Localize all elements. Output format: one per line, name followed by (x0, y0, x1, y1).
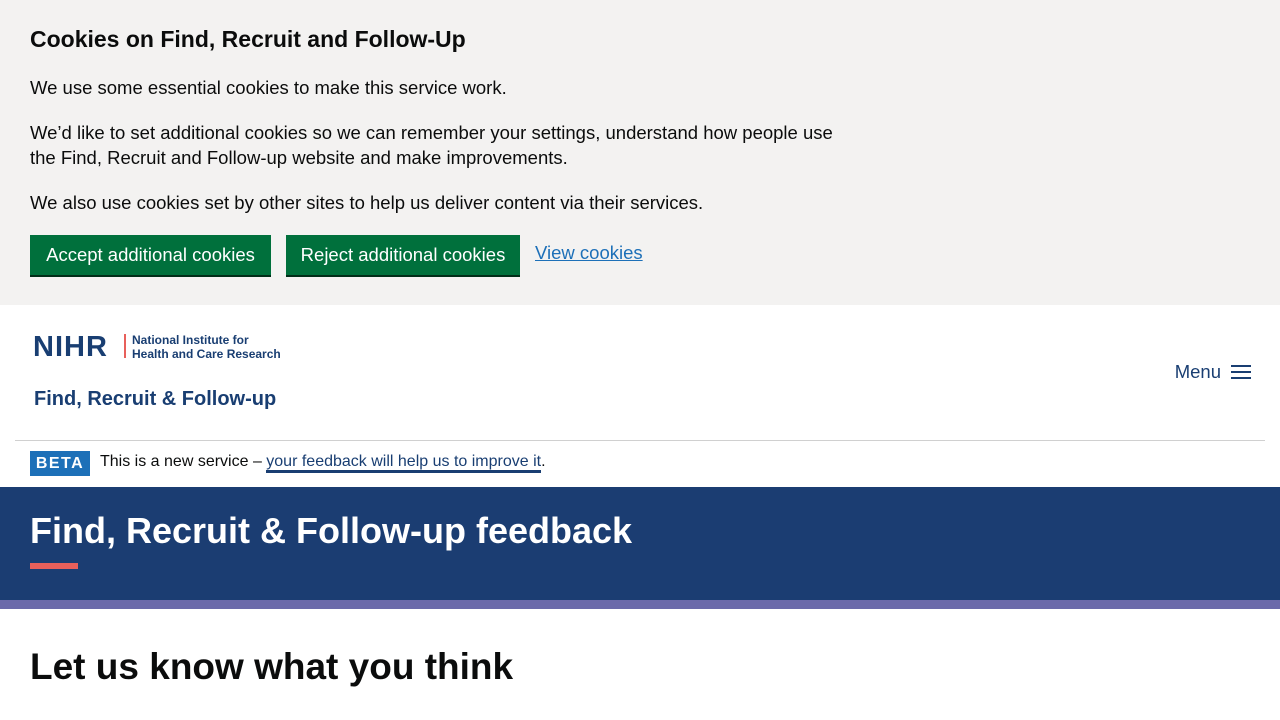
cookie-paragraph-third-party: We also use cookies set by other sites t… (30, 192, 704, 213)
main-heading: Let us know what you think (30, 646, 514, 687)
accept-cookies-button[interactable]: Accept additional cookies (30, 235, 271, 275)
menu-button[interactable]: Menu (1175, 361, 1251, 383)
title-accent-bar (30, 563, 78, 569)
view-cookies-link[interactable]: View cookies (535, 242, 643, 264)
beta-banner: BETA This is a new service – your feedba… (0, 441, 1280, 487)
hero-band (0, 600, 1280, 609)
cookie-paragraph-additional: We’d like to set additional cookies so w… (30, 122, 833, 168)
beta-text-before: This is a new service – (100, 453, 267, 470)
feedback-link[interactable]: your feedback will help us to improve it (266, 453, 542, 473)
beta-text-after: . (541, 453, 546, 470)
logo-org-line-1: National Institute for (132, 333, 249, 347)
logo-org-short: NIHR (33, 332, 108, 363)
cookie-paragraph-essential: We use some essential cookies to make th… (30, 77, 507, 98)
logo-org-line-2: Health and Care Research (132, 347, 281, 361)
menu-label: Menu (1174, 361, 1221, 382)
page-hero: Find, Recruit & Follow-up feedback (0, 487, 1280, 600)
beta-text: This is a new service – your feedback wi… (100, 453, 546, 473)
cookie-banner-title: Cookies on Find, Recruit and Follow-Up (30, 26, 466, 52)
cookie-banner: Cookies on Find, Recruit and Follow-Up W… (0, 0, 1280, 305)
site-header: NIHR National Institute for Health and C… (0, 305, 1280, 441)
beta-tag: BETA (30, 451, 90, 476)
page-title: Find, Recruit & Follow-up feedback (30, 510, 633, 551)
logo-service-name: Find, Recruit & Follow-up (34, 388, 276, 410)
nihr-logo[interactable]: NIHR National Institute for Health and C… (33, 332, 283, 412)
hamburger-icon (1231, 364, 1251, 380)
reject-cookies-button[interactable]: Reject additional cookies (286, 235, 520, 275)
